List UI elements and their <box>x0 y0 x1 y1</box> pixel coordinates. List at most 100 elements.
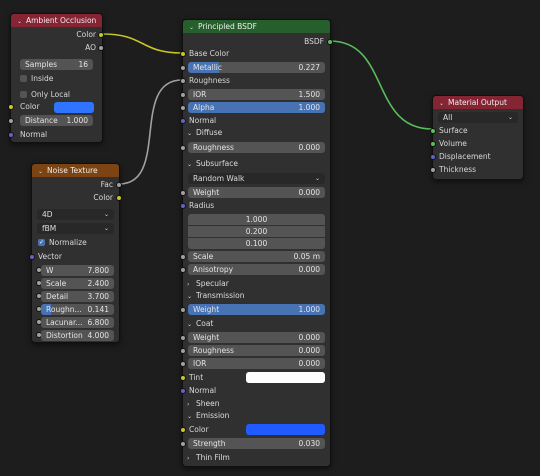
collapse-chevron-icon[interactable]: ⌄ <box>439 97 448 110</box>
alpha-input-socket[interactable] <box>180 105 186 111</box>
ao-color-input-socket[interactable] <box>8 104 14 110</box>
material-output-node[interactable]: ⌄ Material Output All ⌄ Surface Volume Dis… <box>430 95 524 180</box>
distortion-field[interactable]: Distortion 4.000 <box>41 330 114 341</box>
coat-normal-input-socket[interactable] <box>180 388 186 394</box>
w-field[interactable]: W 7.800 <box>41 265 114 276</box>
metallic-field[interactable]: Metallic 0.227 <box>188 62 325 73</box>
dimensions-dropdown[interactable]: 4D ⌄ <box>37 209 114 220</box>
emission-strength-input-socket[interactable] <box>180 441 186 447</box>
noise-type-value: fBM <box>42 224 57 233</box>
detail-field[interactable]: Detail 3.700 <box>41 291 114 302</box>
roughness-input-socket[interactable] <box>180 78 186 84</box>
coat-roughness-field[interactable]: Roughness 0.000 <box>188 345 325 356</box>
ao-normal-input-socket[interactable] <box>8 132 14 138</box>
subsurface-weight-field[interactable]: Weight 0.000 <box>188 187 325 198</box>
principled-bsdf-node[interactable]: ⌄ Principled BSDF BSDF Base Color Metalli… <box>180 19 333 467</box>
metallic-input-socket[interactable] <box>180 65 186 71</box>
radius-x-field[interactable]: 1.000 <box>188 214 325 225</box>
noise-type-dropdown[interactable]: fBM ⌄ <box>37 223 114 234</box>
samples-field[interactable]: Samples 16 <box>20 59 93 70</box>
alpha-field[interactable]: Alpha 1.000 <box>188 102 325 113</box>
emission-panel-toggle[interactable]: ⌄ Emission <box>187 410 229 422</box>
ao-color-output-socket[interactable] <box>98 32 104 38</box>
material-output-header[interactable]: ⌄ Material Output <box>433 96 523 109</box>
ior-field[interactable]: IOR 1.500 <box>188 89 325 100</box>
diffuse-roughness-input-socket[interactable] <box>180 145 186 151</box>
thin-film-panel-toggle[interactable]: › Thin Film <box>187 452 230 464</box>
tint-input-socket[interactable] <box>180 375 186 381</box>
distance-field[interactable]: Distance 1.000 <box>20 115 93 126</box>
thickness-input-socket[interactable] <box>430 167 436 173</box>
roughness-label: Roughness <box>189 76 230 85</box>
noise-texture-node[interactable]: ⌄ Noise Texture Fac Color 4D ⌄ fBM ⌄ ✓ Norma… <box>29 163 122 343</box>
lacunarity-field[interactable]: Lacunar... 6.800 <box>41 317 114 328</box>
subsurface-panel-toggle[interactable]: ⌄ Subsurface <box>187 158 238 170</box>
ambient-occlusion-header[interactable]: ⌄ Ambient Occlusion <box>11 14 102 27</box>
inside-checkbox-row[interactable]: Inside <box>20 73 53 85</box>
ambient-occlusion-node[interactable]: ⌄ Ambient Occlusion Color AO Samples 16 In… <box>8 13 104 143</box>
link-noise-fac-to-roughness[interactable] <box>118 79 183 185</box>
emission-color-input-socket[interactable] <box>180 427 186 433</box>
coat-weight-field[interactable]: Weight 0.000 <box>188 332 325 343</box>
normal-input-socket[interactable] <box>180 118 186 124</box>
subsurface-weight-input-socket[interactable] <box>180 190 186 196</box>
noise-fac-output-socket[interactable] <box>116 182 122 188</box>
surface-input-socket[interactable] <box>430 128 436 134</box>
sheen-label: Sheen <box>196 399 220 408</box>
coat-ior-field[interactable]: IOR 0.000 <box>188 358 325 369</box>
transmission-panel-toggle[interactable]: ⌄ Transmission <box>187 290 244 302</box>
tint-color-swatch[interactable] <box>246 372 325 383</box>
emission-color-swatch[interactable] <box>246 424 325 435</box>
normalize-checkbox[interactable]: ✓ <box>38 238 45 246</box>
base-color-input-socket[interactable] <box>180 51 186 57</box>
link-ao-color-to-base-color[interactable] <box>102 33 183 54</box>
only-local-checkbox[interactable] <box>20 90 27 98</box>
subsurface-scale-field[interactable]: Scale 0.05 m <box>188 251 325 262</box>
emission-strength-field[interactable]: Strength 0.030 <box>188 438 325 449</box>
ao-ao-output-socket[interactable] <box>98 45 104 51</box>
radius-z-field[interactable]: 0.100 <box>188 238 325 249</box>
diffuse-panel-toggle[interactable]: ⌄ Diffuse <box>187 127 222 139</box>
anisotropy-input-socket[interactable] <box>180 267 186 273</box>
output-target-dropdown[interactable]: All ⌄ <box>438 112 518 123</box>
noise-texture-header[interactable]: ⌄ Noise Texture <box>32 164 119 177</box>
collapse-chevron-icon[interactable]: ⌄ <box>38 165 47 178</box>
sheen-panel-toggle[interactable]: › Sheen <box>187 398 220 410</box>
radius-y-field[interactable]: 0.200 <box>188 226 325 237</box>
specular-panel-toggle[interactable]: › Specular <box>187 278 229 290</box>
coat-ior-label: IOR <box>193 359 207 368</box>
anisotropy-field[interactable]: Anisotropy 0.000 <box>188 264 325 275</box>
subsurface-scale-input-socket[interactable] <box>180 254 186 260</box>
distance-input-socket[interactable] <box>8 118 14 124</box>
principled-bsdf-header[interactable]: ⌄ Principled BSDF <box>183 20 330 33</box>
noise-color-output-socket[interactable] <box>116 195 122 201</box>
anisotropy-value: 0.000 <box>298 265 320 274</box>
volume-input-socket[interactable] <box>430 141 436 147</box>
diffuse-roughness-field[interactable]: Roughness 0.000 <box>188 142 325 153</box>
coat-roughness-input-socket[interactable] <box>180 348 186 354</box>
transmission-weight-input-socket[interactable] <box>180 307 186 313</box>
radius-input-socket[interactable] <box>180 203 186 209</box>
vector-input-socket[interactable] <box>29 254 35 260</box>
ior-input-socket[interactable] <box>180 92 186 98</box>
ao-output-ao: AO <box>85 43 96 52</box>
only-local-checkbox-row[interactable]: Only Local <box>20 89 70 101</box>
transmission-weight-field[interactable]: Weight 1.000 <box>188 304 325 315</box>
thin-film-label: Thin Film <box>196 453 230 462</box>
normalize-checkbox-row[interactable]: ✓ Normalize <box>38 237 87 249</box>
collapse-chevron-icon[interactable]: ⌄ <box>17 15 26 28</box>
bsdf-output-socket[interactable] <box>327 39 333 45</box>
noise-roughness-field[interactable]: Roughn... 0.141 <box>41 304 114 315</box>
ao-color-swatch[interactable] <box>54 102 94 113</box>
coat-weight-input-socket[interactable] <box>180 335 186 341</box>
displacement-input-socket[interactable] <box>430 154 436 160</box>
coat-panel-toggle[interactable]: ⌄ Coat <box>187 318 213 330</box>
link-bsdf-to-surface[interactable] <box>329 40 433 130</box>
coat-ior-input-socket[interactable] <box>180 361 186 367</box>
base-color-label: Base Color <box>189 49 230 58</box>
subsurface-method-dropdown[interactable]: Random Walk ⌄ <box>188 173 325 184</box>
emission-strength-value: 0.030 <box>298 439 320 448</box>
inside-checkbox[interactable] <box>20 74 27 82</box>
collapse-chevron-icon[interactable]: ⌄ <box>189 21 198 34</box>
scale-field[interactable]: Scale 2.400 <box>41 278 114 289</box>
